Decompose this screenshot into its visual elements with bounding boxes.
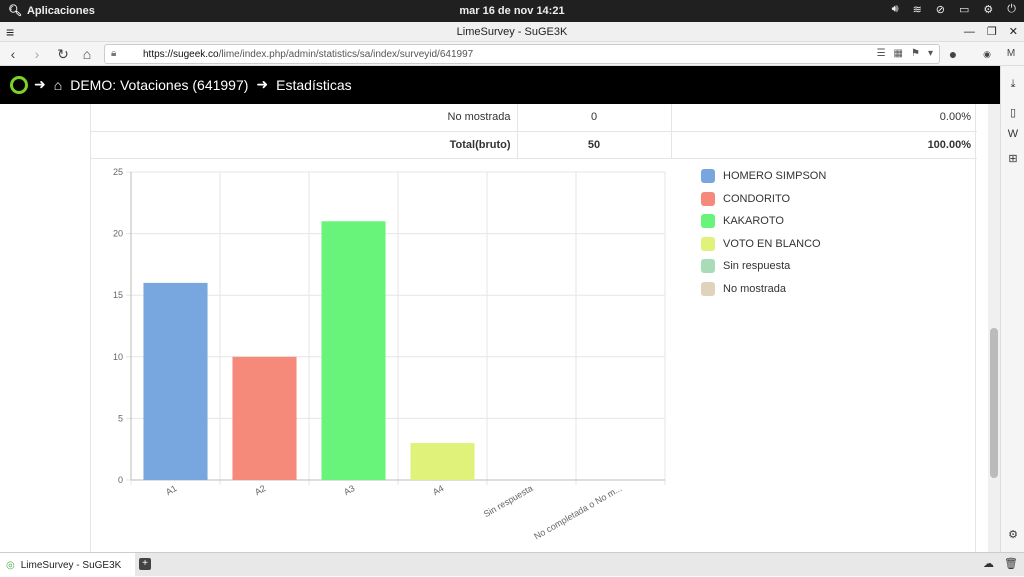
row-percent: 0.00% — [671, 104, 977, 132]
battery-icon[interactable]: ▭ — [959, 3, 969, 16]
x-tick-label: No completada o No m... — [532, 483, 623, 541]
row-label: No mostrada — [91, 104, 518, 132]
page-content: No mostrada 0 0.00% Total(bruto) 50 100.… — [0, 104, 988, 552]
legend-label: HOMERO SIMPSON — [723, 170, 827, 182]
y-tick-label: 25 — [113, 167, 123, 177]
forward-icon[interactable]: › — [28, 45, 46, 63]
bar-4 — [410, 443, 475, 480]
adblock-icon[interactable]: ◉ — [978, 45, 996, 63]
wifi-icon[interactable]: ≋ — [913, 3, 922, 16]
back-icon[interactable]: ‹ — [4, 45, 22, 63]
wikipedia-icon[interactable]: W — [1005, 128, 1021, 144]
bluetooth-off-icon[interactable]: ⊘ — [936, 3, 945, 16]
volume-icon[interactable]: 🔊︎ — [892, 3, 899, 16]
statistics-table: No mostrada 0 0.00% Total(bruto) 50 100.… — [91, 104, 977, 159]
url-host: https://sugeek.co — [143, 49, 219, 60]
table-row-total: Total(bruto) 50 100.00% — [91, 131, 977, 159]
y-tick-label: 5 — [118, 413, 123, 423]
chart-canvas: 0 5 10 15 20 25 A1 A2 A3 A4 Sin respuestaNo comple… — [113, 167, 666, 542]
trash-icon[interactable]: 🗑︎ — [1004, 557, 1018, 570]
url-path: /lime/index.php/admin/statistics/sa/inde… — [218, 49, 474, 60]
legend-swatch — [701, 259, 715, 274]
browser-side-panel: ⤓ ▯ W ⊞ ⚙ — [1000, 66, 1024, 552]
tab-label: LimeSurvey - SuGE3K — [20, 559, 122, 571]
os-top-bar: 🔍︎ Aplicaciones mar 16 de nov 14:21 🔊︎ ≋… — [0, 0, 1024, 22]
y-tick-label: 10 — [113, 352, 123, 362]
arrow-right-icon: ➜ — [34, 76, 46, 92]
row-count: 0 — [517, 104, 672, 132]
row-percent: 100.00% — [671, 131, 977, 159]
legend-label: No mostrada — [723, 282, 786, 295]
legend-label: VOTO EN BLANCO — [723, 237, 821, 250]
y-tick-label: 15 — [113, 290, 123, 300]
scrollbar-thumb[interactable] — [990, 328, 998, 478]
legend-swatch — [701, 281, 715, 296]
bookmark-icon[interactable]: ⚑ — [911, 48, 920, 59]
x-tick-label: A4 — [431, 483, 446, 497]
legend-label: CONDORITO — [723, 192, 791, 205]
window-titlebar: ≡ LimeSurvey - SuGE3K — ❐ ✕ — [0, 22, 1024, 42]
system-tray: 🔊︎ ≋ ⊘ ▭ ⚙ ⏻ — [892, 3, 1016, 16]
browser-tab-bar: ◎ LimeSurvey - SuGE3K + ☁ 🗑︎ — [0, 552, 1024, 577]
maximize-icon[interactable]: ❐ — [987, 22, 997, 42]
breadcrumb-survey[interactable]: DEMO: Votaciones (641997) — [70, 77, 248, 93]
app-header: ➜ ⌂ DEMO: Votaciones (641997) ➜ Estadíst… — [0, 66, 1000, 104]
x-tick-label: A2 — [253, 483, 268, 497]
table-row: No mostrada 0 0.00% — [91, 104, 977, 132]
hamburger-menu-icon[interactable]: ≡ — [6, 22, 14, 42]
breadcrumb: ➜ ⌂ DEMO: Votaciones (641997) ➜ Estadíst… — [34, 76, 352, 93]
bar-3 — [321, 221, 386, 480]
legend-label: Sin respuesta — [723, 260, 791, 273]
download-icon[interactable]: ⤓ — [1005, 78, 1021, 94]
legend-swatch — [701, 214, 715, 229]
home-icon[interactable]: ⌂ — [78, 45, 96, 63]
legend-swatch — [701, 191, 715, 206]
qr-code-icon[interactable]: ▦ — [894, 48, 903, 59]
new-tab-icon[interactable]: + — [139, 558, 151, 570]
bar-1 — [143, 282, 208, 480]
tab-limesurvey[interactable]: ◎ LimeSurvey - SuGE3K — [0, 553, 135, 577]
vertical-scrollbar[interactable] — [988, 104, 1000, 552]
row-count: 50 — [517, 131, 672, 159]
window-title: LimeSurvey - SuGE3K — [456, 26, 568, 38]
legend-swatch — [701, 236, 715, 251]
panel-settings-icon[interactable]: ⚙ — [1005, 528, 1021, 544]
x-tick-label: Sin respuesta — [482, 483, 535, 519]
lock-icon[interactable]: 🔒︎ — [111, 48, 116, 59]
breadcrumb-section[interactable]: Estadísticas — [276, 77, 351, 93]
x-tick-label: A3 — [342, 483, 357, 497]
power-icon[interactable]: ⏻ — [1007, 3, 1016, 16]
close-icon[interactable]: ✕ — [1009, 22, 1018, 42]
bar-2 — [232, 356, 297, 480]
extension-icon[interactable]: M — [1002, 45, 1020, 63]
minimize-icon[interactable]: — — [964, 22, 975, 42]
settings-icon[interactable]: ⚙ — [983, 3, 993, 16]
y-tick-label: 20 — [113, 229, 123, 239]
profile-avatar-icon[interactable]: ● — [944, 45, 962, 63]
arrow-right-icon: ➜ — [256, 76, 269, 92]
reload-icon[interactable]: ↻ — [54, 45, 72, 63]
home-icon[interactable]: ⌂ — [54, 77, 62, 93]
legend-label: KAKAROTO — [723, 215, 784, 228]
dropdown-icon[interactable]: ▾ — [928, 48, 933, 59]
legend-swatch — [701, 169, 715, 183]
notes-icon[interactable]: ▯ — [1005, 106, 1021, 122]
bar-chart: 0 5 10 15 20 25 A1 A2 A3 A4 Sin respuesta No comple… — [91, 160, 977, 552]
clock[interactable]: mar 16 de nov 14:21 — [0, 5, 1024, 17]
url-bar[interactable]: 🔒︎ https://sugeek.co/lime/index.php/admi… — [104, 44, 940, 64]
limesurvey-logo[interactable] — [10, 76, 28, 94]
row-label: Total(bruto) — [91, 131, 518, 159]
browser-toolbar: ‹ › ↻ ⌂ 🔒︎ https://sugeek.co/lime/index.… — [0, 42, 1024, 66]
reader-mode-icon[interactable]: ☰ — [877, 48, 886, 59]
x-tick-label: A1 — [164, 483, 179, 497]
y-tick-label: 0 — [118, 475, 123, 485]
statistics-panel: No mostrada 0 0.00% Total(bruto) 50 100.… — [90, 104, 977, 552]
add-panel-icon[interactable]: ⊞ — [1005, 152, 1021, 168]
cloud-icon[interactable]: ☁ — [983, 557, 994, 570]
limesurvey-favicon-icon: ◎ — [6, 559, 15, 571]
